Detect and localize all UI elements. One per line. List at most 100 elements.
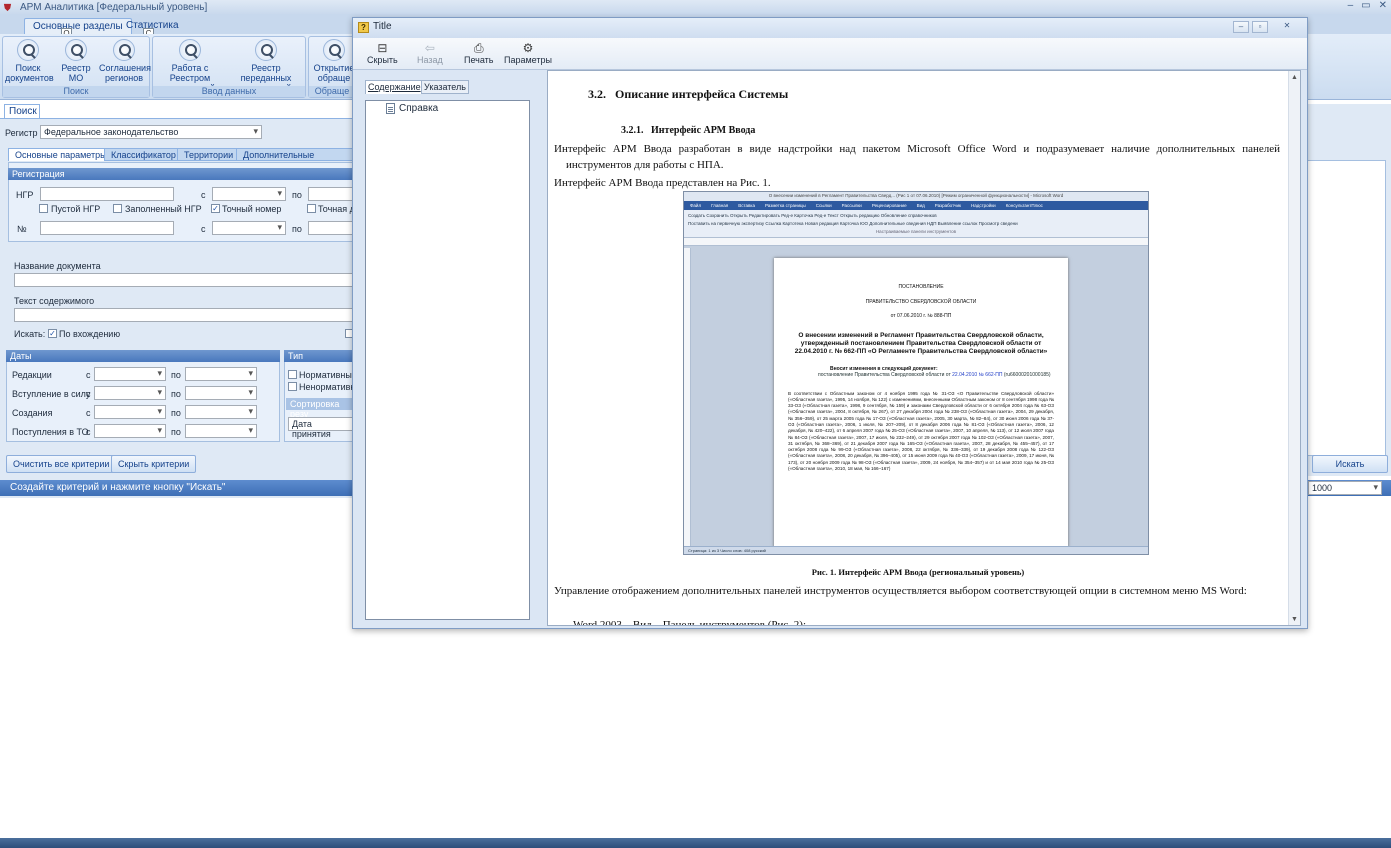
date-to-label: по	[171, 427, 181, 437]
print-button[interactable]: ⎙ Печать	[464, 41, 493, 65]
fig-tab: Файл	[690, 203, 702, 208]
document-icon	[386, 103, 395, 114]
date-row-label: Редакции	[12, 370, 52, 380]
search-by-checkbox[interactable]: ✓	[48, 329, 57, 338]
received-to-date[interactable]	[185, 424, 257, 438]
open-appeals-button[interactable]: Открытие обраще	[311, 39, 357, 83]
nav-tab-contents[interactable]: Содержание	[365, 80, 424, 94]
empty-ngr-checkbox[interactable]	[39, 204, 48, 213]
date-from-label: с	[86, 427, 91, 437]
created-to-date[interactable]	[185, 405, 257, 419]
ribbon-group-appeals: Открытие обраще Обраще	[308, 36, 356, 98]
empty-ngr-label: Пустой НГР	[51, 204, 101, 214]
back-button[interactable]: ⇦ Назад	[417, 41, 443, 65]
close-button[interactable]: ✕	[1379, 0, 1387, 11]
received-from-date[interactable]	[94, 424, 166, 438]
exact-date-label: Точная д	[318, 204, 355, 214]
tab-main-sections[interactable]: Основные разделы	[24, 18, 132, 34]
date-row-label: Поступления в ТО	[12, 427, 89, 437]
paragraph-toolbars: Управление отображением дополнительных п…	[554, 583, 1280, 599]
fig-tab: Главная	[711, 203, 729, 208]
scroll-up-icon[interactable]: ▲	[1291, 73, 1298, 81]
edition-to-date[interactable]	[185, 367, 257, 381]
printer-icon: ⎙	[473, 41, 484, 55]
tree-item-help[interactable]: Справка	[386, 103, 438, 114]
hide-nav-button[interactable]: ⊟ Скрыть	[367, 41, 398, 65]
region-agreements-button[interactable]: Соглашения регионов	[99, 39, 151, 83]
tab-search[interactable]: Поиск	[4, 104, 40, 118]
magnifier-icon	[17, 39, 39, 61]
subtab-additional-info[interactable]: Дополнительные сведения	[236, 148, 356, 170]
filled-ngr-checkbox[interactable]	[113, 204, 122, 213]
created-from-date[interactable]	[94, 405, 166, 419]
effective-to-date[interactable]	[185, 386, 257, 400]
number-to-date[interactable]	[308, 221, 356, 235]
edition-from-date[interactable]	[94, 367, 166, 381]
search-by-value: По вхождению	[59, 329, 121, 339]
content-text-input[interactable]	[14, 308, 356, 322]
button-label: Соглашения регионов	[99, 63, 151, 83]
paragraph-word2003: – Word 2003 – Вид – Панель инструментов …	[562, 619, 806, 626]
ngr-from-date[interactable]	[212, 187, 286, 201]
number-input[interactable]	[40, 221, 174, 235]
tab-label: Основные разделы	[33, 21, 123, 32]
help-window: ? Title – ▫ ✕ ⊟ Скрыть ⇦ Назад ⎙ Печать …	[352, 17, 1308, 629]
agreements-registry-button[interactable]: Работа с Реестром соглашений	[153, 39, 227, 93]
search-button[interactable]: Искать	[1312, 455, 1388, 473]
registry-select[interactable]: Федеральное законодательство	[40, 125, 262, 139]
search-documents-button[interactable]: Поиск документов	[5, 39, 54, 83]
ngr-from-label: с	[201, 190, 206, 200]
fig-doc-date: от 07.06.2010 г. № 888-ПП	[890, 313, 952, 319]
fig-tab: КонсультантПлюс	[1005, 203, 1043, 208]
sort-header: Сортировка резу	[286, 398, 356, 419]
minimize-button[interactable]: –	[1348, 0, 1354, 11]
help-minimize-button[interactable]: –	[1233, 21, 1249, 33]
subtab-classifier[interactable]: Классификатор	[104, 148, 183, 161]
restore-button[interactable]: ▭	[1361, 0, 1370, 11]
options-button[interactable]: ⚙ Параметры	[504, 41, 552, 65]
exact-number-checkbox[interactable]: ✓	[211, 204, 220, 213]
nav-tab-index[interactable]: Указатель	[421, 80, 469, 94]
hide-criteria-button[interactable]: Скрыть критерии	[111, 455, 197, 473]
section-heading: 3.2. Описание интерфейса Системы	[588, 87, 789, 101]
fig-status-bar: Страница: 1 из 3 Число слов: 408 русский	[684, 546, 1148, 554]
main-titlebar: АРМ Аналитика [Федеральный уровень] – ▭ …	[0, 0, 1391, 14]
help-navigation-pane: Содержание Указатель Справка	[359, 80, 533, 624]
button-label: Реестр МО	[61, 63, 91, 83]
subtab-territories[interactable]: Территории	[177, 148, 241, 161]
exact-date-checkbox[interactable]	[307, 204, 316, 213]
normative-checkbox[interactable]	[288, 370, 297, 379]
fig-tab: Рассылки	[841, 203, 862, 208]
help-maximize-button[interactable]: ▫	[1252, 21, 1268, 33]
doc-name-input[interactable]	[14, 273, 356, 287]
fig-doc-title: ПОСТАНОВЛЕНИЕ	[898, 284, 944, 290]
magnifier-icon	[255, 39, 277, 61]
subtab-main-params[interactable]: Основные параметры	[8, 148, 114, 161]
effective-from-date[interactable]	[94, 386, 166, 400]
result-limit-select[interactable]: 1000	[1308, 481, 1382, 495]
sort-select[interactable]: Дата принятия	[288, 417, 356, 439]
non-normative-checkbox[interactable]	[288, 382, 297, 391]
ngr-to-date[interactable]	[308, 187, 356, 201]
help-content-pane[interactable]: 3.2. Описание интерфейса Системы 3.2.1. …	[547, 70, 1301, 626]
fig-tab: Вид	[916, 203, 925, 208]
date-row-label: Вступление в силу	[12, 389, 91, 399]
mo-registry-button[interactable]: Реестр МО	[53, 39, 99, 83]
dates-header: Даты	[6, 350, 280, 362]
fig-doc-org: ПРАВИТЕЛЬСТВО СВЕРДЛОВСКОЙ ОБЛАСТИ	[865, 298, 977, 305]
results-list[interactable]	[1306, 160, 1386, 456]
subsection-heading: 3.2.1. Интерфейс АРМ Ввода	[621, 125, 756, 136]
ngr-input[interactable]	[40, 187, 174, 201]
figure-word-screenshot: О внесении изменений в Регламент Правите…	[683, 191, 1149, 555]
scroll-down-icon[interactable]: ▼	[1291, 615, 1298, 623]
magnifier-icon	[179, 39, 201, 61]
help-close-button[interactable]: ✕	[1279, 21, 1295, 33]
clear-criteria-button[interactable]: Очистить все критерии	[6, 455, 117, 473]
paragraph-text: Управление отображением дополнительных п…	[554, 585, 1247, 597]
delegated-powers-registry-button[interactable]: Реестр переданных полномочий	[227, 39, 305, 93]
button-label: Открытие обраще	[313, 63, 355, 83]
content-scrollbar[interactable]: ▲ ▼	[1288, 71, 1300, 625]
number-from-date[interactable]	[212, 221, 286, 235]
help-titlebar: ? Title – ▫ ✕	[353, 18, 1307, 38]
fig-tab: Разработчик	[934, 203, 961, 208]
